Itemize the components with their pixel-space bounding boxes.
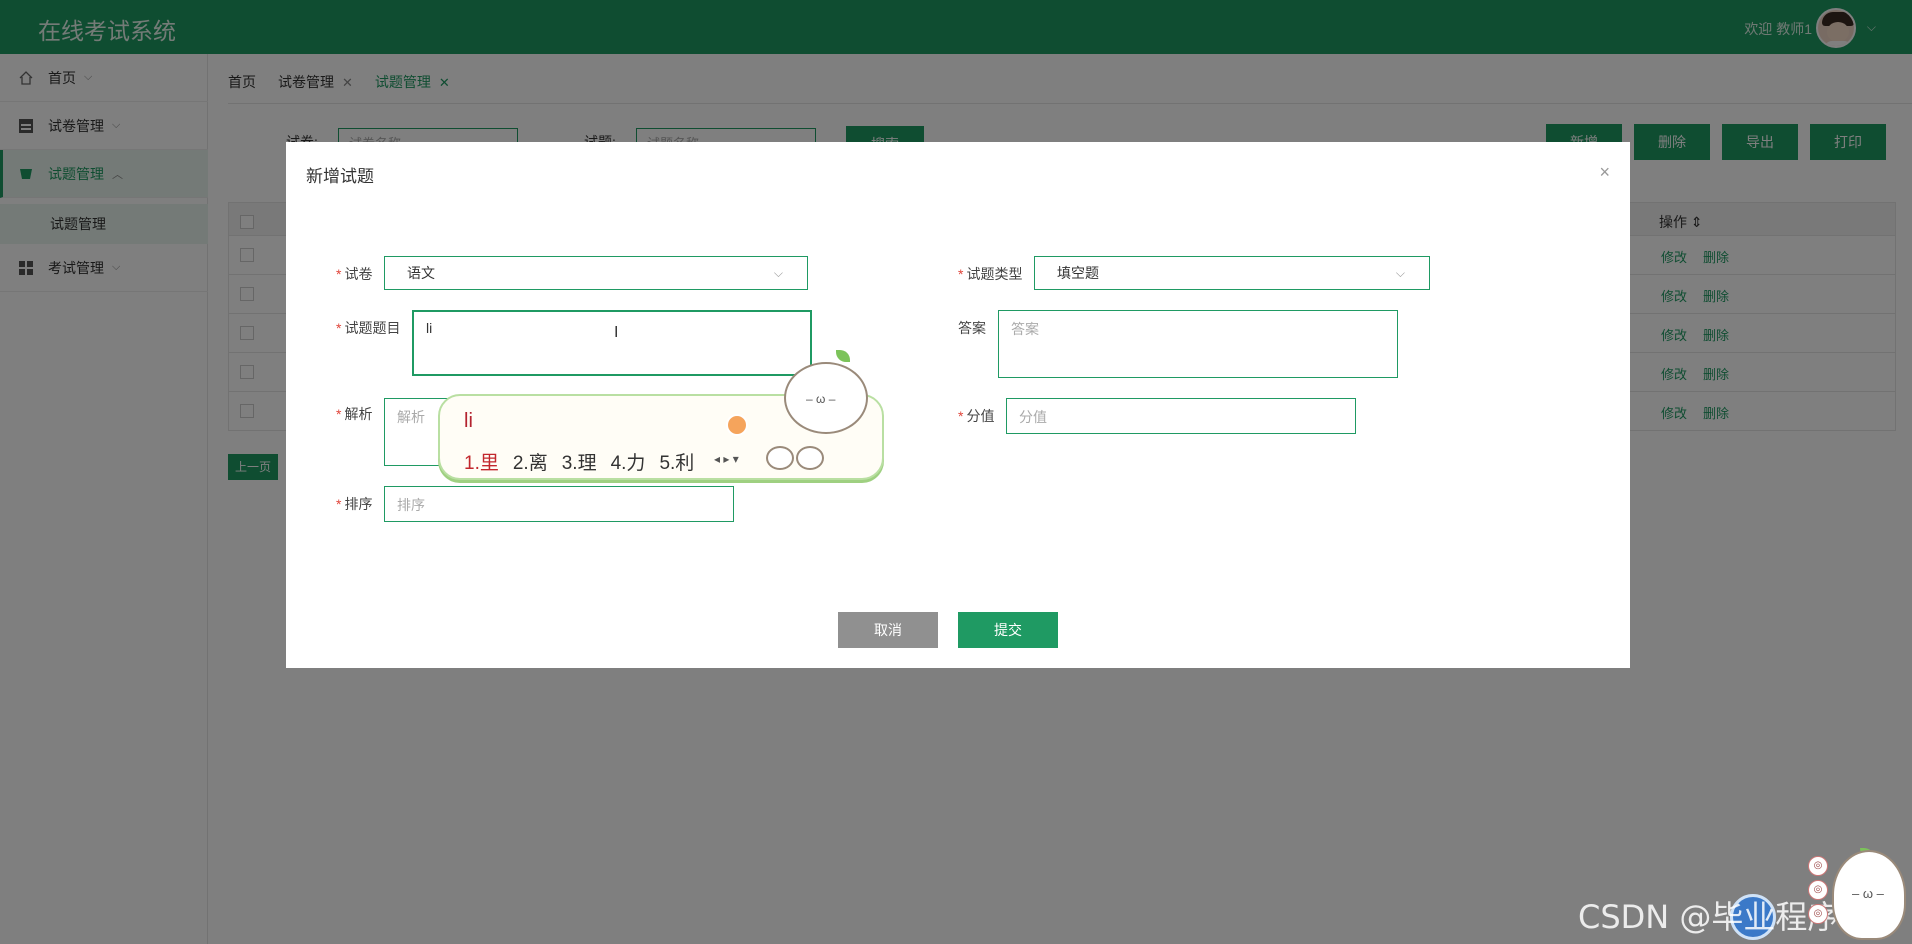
chevron-down-icon: ⌵ — [1395, 266, 1405, 280]
ime-candidate[interactable]: 1.里 — [464, 453, 499, 474]
ime-skin-icon[interactable] — [726, 414, 748, 436]
order-label: * 排序 — [336, 496, 373, 512]
ime-composition: li — [464, 410, 473, 432]
question-textarea[interactable]: li I — [412, 310, 812, 376]
ime-page-arrows-icon[interactable]: ◂ ▸ ▾ — [714, 452, 739, 466]
type-label: * 试题类型 — [958, 266, 1023, 282]
ime-candidate[interactable]: 2.离 — [513, 453, 548, 474]
paper-label: * 试卷 — [336, 266, 373, 282]
analysis-label: * 解析 — [336, 406, 373, 422]
answer-label: 答案 — [958, 320, 986, 336]
submit-button[interactable]: 提交 — [958, 612, 1058, 648]
corner-button-icon[interactable]: ◎ — [1808, 880, 1828, 900]
ime-candidate[interactable]: 5.利 — [659, 453, 694, 474]
text-cursor-icon: I — [614, 324, 619, 341]
mini-mascot-icon — [796, 446, 824, 470]
score-input[interactable]: 分值 — [1006, 398, 1356, 434]
close-icon[interactable]: × — [1599, 162, 1610, 183]
paper-select[interactable]: 语文 ⌵ — [384, 256, 808, 290]
answer-textarea[interactable]: 答案 — [998, 310, 1398, 378]
order-input[interactable]: 排序 — [384, 486, 734, 522]
mascot-face-icon: – ω – — [1852, 886, 1884, 901]
ime-candidate[interactable]: 3.理 — [562, 453, 597, 474]
cancel-button[interactable]: 取消 — [838, 612, 938, 648]
question-label: * 试题题目 — [336, 320, 401, 336]
modal-title: 新增试题 — [306, 167, 374, 186]
ime-candidate[interactable]: 4.力 — [611, 453, 646, 474]
mini-mascot-icon — [766, 446, 794, 470]
corner-button-icon[interactable]: ◎ — [1808, 904, 1828, 924]
chevron-down-icon: ⌵ — [773, 266, 783, 280]
corner-button-icon[interactable]: ◎ — [1808, 856, 1828, 876]
type-select[interactable]: 填空题 ⌵ — [1034, 256, 1430, 290]
corner-toolbar: ◎ ◎ ◎ — [1808, 856, 1828, 928]
score-label: * 分值 — [958, 408, 995, 424]
ime-mascot-icon: – ω – — [780, 350, 872, 436]
ime-candidates: 1.里 2.离 3.理 4.力 5.利 — [464, 448, 708, 475]
